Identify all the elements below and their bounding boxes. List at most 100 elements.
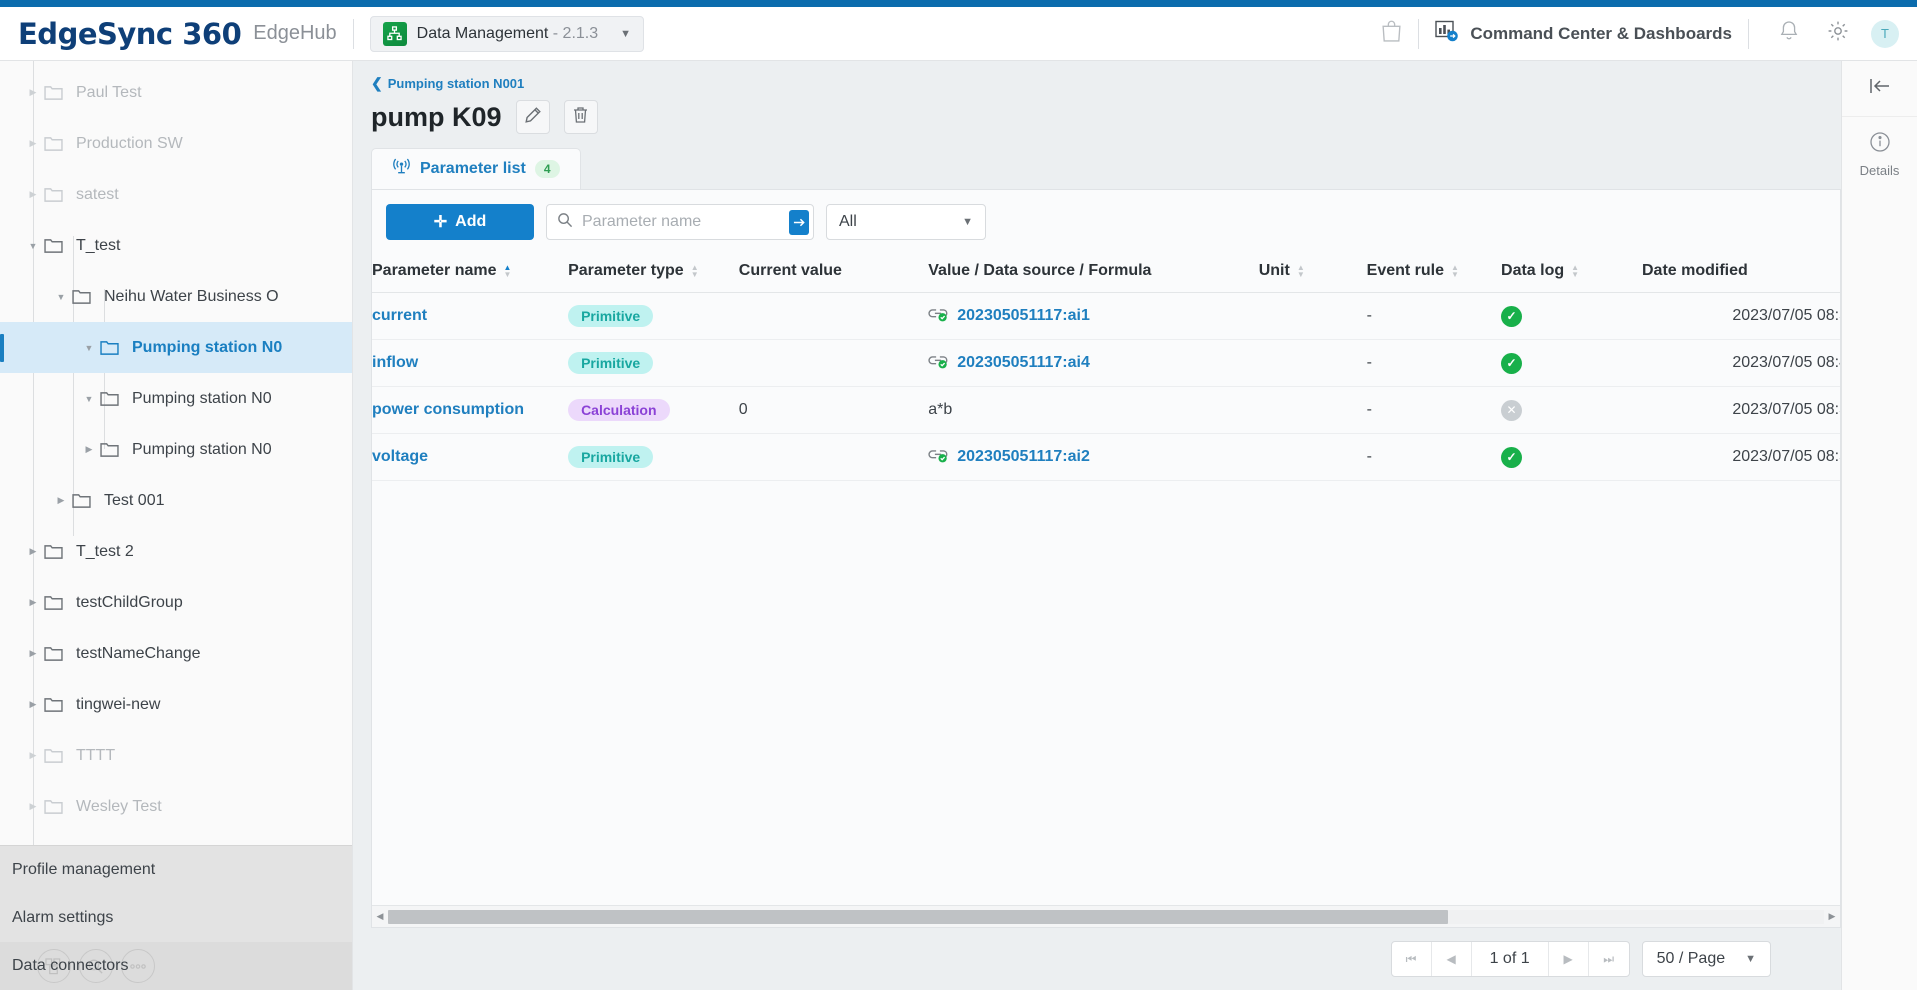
tree-item[interactable]: ▶ satest [0,169,352,220]
chevron-right-icon[interactable]: ▶ [22,597,44,608]
sidebar-item-profile-management[interactable]: Profile management [0,846,352,894]
tree-item[interactable]: ▼ Pumping station N0 [0,322,352,373]
cell-parameter-name: power consumption [372,387,568,434]
column-header[interactable]: Unit ▲▼ [1259,252,1367,293]
table-row[interactable]: inflow Primitive 202305051117:ai4 - ✓ 20… [372,340,1840,387]
page-first-button[interactable]: ⏮ [1392,942,1432,976]
chevron-down-icon[interactable]: ▼ [598,28,631,40]
cell-data-log: ✕ [1501,387,1642,434]
add-label: Add [455,213,486,231]
tree-item[interactable]: ▶ testChildGroup [0,577,352,628]
tree-item[interactable]: ▶ Wesley Test [0,781,352,832]
tree-item[interactable]: ▼ Pumping station N0 [0,373,352,424]
chevron-down-icon[interactable]: ▼ [22,241,44,251]
search-submit-button[interactable] [789,210,809,235]
tree-item-label: Production SW [70,135,183,153]
data-source-link[interactable]: 202305051117:ai4 [957,354,1090,372]
column-header[interactable]: Event rule ▲▼ [1367,252,1501,293]
tree-item[interactable]: ▶ Production SW [0,118,352,169]
chevron-right-icon[interactable]: ▶ [22,138,44,149]
folder-icon [44,85,70,101]
breadcrumb[interactable]: ❮ Pumping station N001 [353,61,1841,92]
chevron-right-icon[interactable]: ▶ [50,495,72,506]
chevron-right-icon[interactable]: ▶ [22,648,44,659]
column-header-label: Parameter name [372,262,497,280]
column-header[interactable]: Data log ▲▼ [1501,252,1642,293]
parameter-name-link[interactable]: inflow [372,354,418,371]
parameter-name-link[interactable]: power consumption [372,401,524,418]
tree-item[interactable]: ▶ TTTT [0,730,352,781]
tree-item[interactable]: ▶ tingwei-new [0,679,352,730]
parameter-table: Parameter name ▲▼Parameter type ▲▼Curren… [372,252,1840,481]
sort-toggle-icon[interactable]: ▲▼ [1571,264,1579,278]
table-row[interactable]: power consumption Calculation 0 a*b - ✕ … [372,387,1840,434]
sort-toggle-icon[interactable]: ▲▼ [504,264,512,278]
tree-item[interactable]: ▼ T_test [0,220,352,271]
app-switcher[interactable]: Data Management - 2.1.3 ▼ [370,16,644,52]
parameter-type-pill: Primitive [568,446,653,468]
sidebar-item-data-connectors[interactable]: Data connectors [0,942,352,990]
settings-gear-icon[interactable] [1827,20,1849,47]
tree-item[interactable]: ▶ T_test 2 [0,526,352,577]
command-center-link[interactable]: Command Center & Dashboards [1435,20,1732,48]
collapse-panel-button[interactable] [1842,61,1917,117]
data-source-link[interactable]: 202305051117:ai1 [957,307,1090,325]
table-row[interactable]: voltage Primitive 202305051117:ai2 - ✓ 2… [372,434,1840,481]
scroll-left-arrow[interactable]: ◀ [372,911,388,922]
chevron-right-icon[interactable]: ▶ [78,444,100,455]
tab-parameter-list[interactable]: Parameter list 4 [371,148,581,189]
cell-date-modified: 2023/07/05 08:4 [1642,340,1840,387]
chevron-right-icon[interactable]: ▶ [22,546,44,557]
sidebar-item-alarm-settings[interactable]: Alarm settings [0,894,352,942]
column-header[interactable]: Parameter type ▲▼ [568,252,739,293]
tree-item-label: Paul Test [70,84,142,102]
app-version: - 2.1.3 [553,25,598,42]
chevron-right-icon[interactable]: ▶ [22,189,44,200]
sort-toggle-icon[interactable]: ▲▼ [1451,264,1459,278]
tree-item[interactable]: ▼ Neihu Water Business O [0,271,352,322]
add-button[interactable]: ✛ Add [386,204,534,240]
table-scroll-area[interactable]: Parameter name ▲▼Parameter type ▲▼Curren… [372,252,1840,905]
tree-item[interactable]: ▶ Test 001 [0,475,352,526]
chevron-right-icon[interactable]: ▶ [22,801,44,812]
page-last-button[interactable]: ⏭ [1589,942,1629,976]
avatar[interactable]: T [1871,20,1899,48]
scroll-right-arrow[interactable]: ▶ [1824,911,1840,922]
chevron-down-icon[interactable]: ▼ [78,394,100,404]
search-input[interactable] [573,213,789,231]
parameter-name-link[interactable]: current [372,307,427,324]
horizontal-scrollbar[interactable]: ◀ ▶ [372,905,1840,927]
page-size-select[interactable]: 50 / Page ▼ [1642,941,1771,977]
header-divider [353,19,354,49]
delete-button[interactable] [564,100,598,134]
column-header[interactable]: Parameter name ▲▼ [372,252,568,293]
tree-item-label: Pumping station N0 [126,339,282,357]
details-panel-button[interactable]: Details [1842,117,1917,188]
scrollbar-track[interactable] [388,910,1824,924]
filter-value: All [839,213,857,231]
chevron-down-icon[interactable]: ▼ [50,292,72,302]
page-prev-button[interactable]: ◀ [1432,942,1472,976]
chevron-right-icon[interactable]: ▶ [22,750,44,761]
tree-item[interactable]: ▶ Paul Test [0,67,352,118]
notification-bell-icon[interactable] [1779,20,1799,47]
chevron-right-icon[interactable]: ▶ [22,699,44,710]
table-row[interactable]: current Primitive 202305051117:ai1 - ✓ 2… [372,293,1840,340]
header-divider-3 [1748,19,1749,49]
shopping-bag-icon[interactable] [1381,20,1402,48]
folder-icon [72,289,98,305]
chevron-right-icon[interactable]: ▶ [22,87,44,98]
chevron-down-icon[interactable]: ▼ [78,343,100,353]
page-next-button[interactable]: ▶ [1549,942,1589,976]
folder-icon [72,493,98,509]
sort-toggle-icon[interactable]: ▲▼ [691,264,699,278]
type-filter-select[interactable]: All ▼ [826,204,986,240]
tree-item[interactable]: ▶ Pumping station N0 [0,424,352,475]
dashboard-share-icon [1435,20,1459,48]
sort-toggle-icon[interactable]: ▲▼ [1297,264,1305,278]
data-source-link[interactable]: 202305051117:ai2 [957,448,1090,466]
tree-item[interactable]: ▶ testNameChange [0,628,352,679]
scrollbar-thumb[interactable] [388,910,1448,924]
parameter-name-link[interactable]: voltage [372,448,428,465]
edit-button[interactable] [516,100,550,134]
